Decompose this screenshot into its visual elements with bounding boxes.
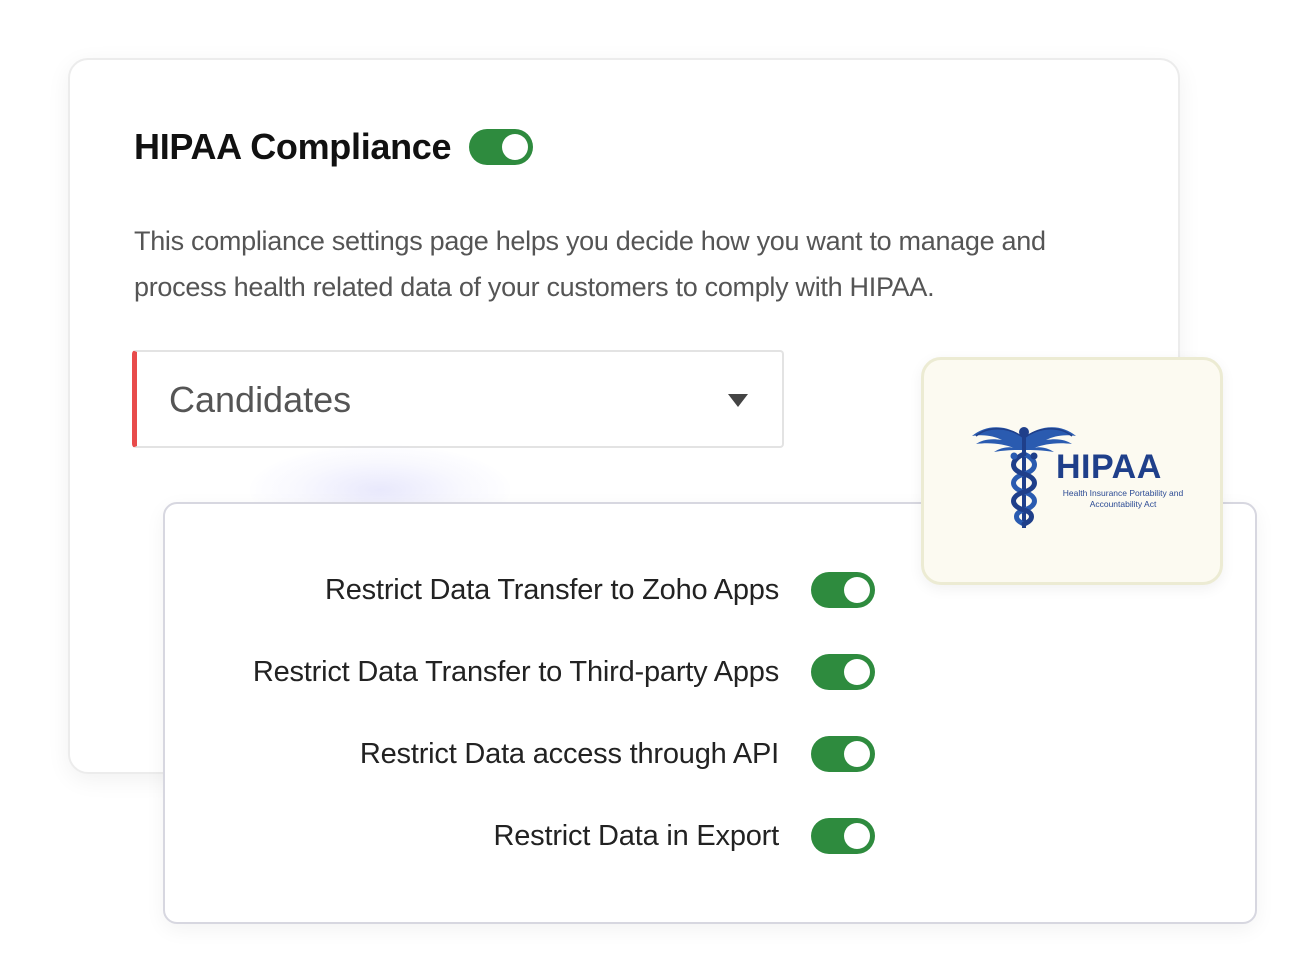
restrict-api-access-toggle[interactable] (811, 736, 875, 772)
setting-label: Restrict Data in Export (493, 819, 780, 852)
setting-row-api-access: Restrict Data access through API (360, 734, 875, 774)
caret-down-icon (728, 394, 748, 407)
toggle-knob (844, 659, 870, 685)
hipaa-badge: HIPAA Health Insurance Portability and A… (921, 357, 1223, 585)
toggle-knob (844, 823, 870, 849)
setting-row-export: Restrict Data in Export (493, 816, 875, 856)
setting-row-third-party-apps: Restrict Data Transfer to Third-party Ap… (253, 652, 875, 692)
compliance-description: This compliance settings page helps you … (134, 226, 1046, 302)
setting-label: Restrict Data Transfer to Third-party Ap… (252, 655, 779, 688)
restrict-zoho-apps-toggle[interactable] (811, 572, 875, 608)
setting-label: Restrict Data access through API (359, 737, 779, 770)
page-title: HIPAA Compliance (134, 126, 452, 167)
toggle-knob (502, 134, 529, 160)
module-select[interactable]: Candidates (132, 350, 784, 448)
badge-subtitle: Health Insurance Portability and Account… (1062, 488, 1184, 509)
setting-row-zoho-apps: Restrict Data Transfer to Zoho Apps (325, 570, 875, 610)
toggle-knob (844, 741, 870, 767)
setting-label: Restrict Data Transfer to Zoho Apps (325, 573, 779, 606)
restrict-third-party-apps-toggle[interactable] (811, 654, 875, 690)
title-row: HIPAA Compliance (134, 126, 534, 168)
badge-title: HIPAA (1056, 448, 1162, 486)
stage: HIPAA Compliance This compliance setting… (0, 0, 1291, 971)
restrict-export-toggle[interactable] (811, 818, 875, 854)
hipaa-compliance-toggle[interactable] (469, 129, 534, 165)
module-select-value: Candidates (169, 379, 352, 420)
toggle-knob (844, 577, 870, 603)
